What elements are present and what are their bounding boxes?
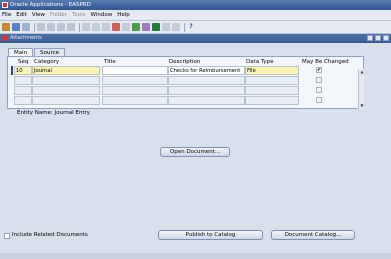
copy-icon[interactable] [122, 23, 130, 31]
description-field[interactable] [168, 76, 245, 85]
seq-field[interactable] [14, 86, 32, 95]
title-field[interactable] [102, 66, 168, 75]
attachments-grid: Seq Category Title Description Data Type… [7, 56, 364, 109]
new-record-icon[interactable] [82, 23, 90, 31]
header-may-be-changed: May Be Changed [302, 59, 349, 65]
menu-edit[interactable]: Edit [16, 12, 27, 18]
menu-file[interactable]: File [2, 12, 11, 18]
menu-tools[interactable]: Tools [72, 12, 86, 18]
menu-bar: File Edit View Folder Tools Window Help [0, 10, 391, 21]
form-title: Attachments [10, 35, 42, 41]
data-type-field[interactable] [245, 96, 299, 105]
maximize-icon[interactable] [375, 35, 381, 41]
category-field[interactable] [32, 86, 100, 95]
attachments-panel: Main Source Seq Category Title Descripti… [0, 43, 391, 259]
may-be-changed-checkbox[interactable] [316, 77, 322, 83]
attachments-icon[interactable] [162, 23, 170, 31]
close-form-icon[interactable] [47, 23, 55, 31]
header-data-type: Data Type [246, 59, 274, 65]
close-icon[interactable] [383, 35, 389, 41]
navigator-icon[interactable] [67, 23, 75, 31]
form-icon [2, 35, 8, 41]
description-field[interactable] [168, 96, 245, 105]
clear-record-icon[interactable] [92, 23, 100, 31]
form-title-bar: Attachments [0, 34, 391, 43]
switch-responsibility-icon[interactable] [22, 23, 30, 31]
window-title-bar: Oracle Applications - EASPRD [0, 0, 391, 10]
category-field[interactable] [32, 76, 100, 85]
menu-view[interactable]: View [32, 12, 45, 18]
cut-icon[interactable] [112, 23, 120, 31]
publish-to-catalog-button[interactable]: Publish to Catalog [158, 230, 263, 240]
description-field[interactable] [168, 86, 245, 95]
may-be-changed-checkbox[interactable] [316, 97, 322, 103]
tab-source[interactable]: Source [34, 48, 66, 56]
include-related-documents-checkbox[interactable] [4, 233, 10, 239]
tab-main[interactable]: Main [8, 48, 34, 56]
seq-field[interactable]: 10 [14, 66, 32, 75]
category-field[interactable]: Journal [32, 66, 100, 75]
current-record-indicator [11, 66, 13, 75]
print-icon[interactable] [37, 23, 45, 31]
title-field[interactable] [102, 76, 168, 85]
oracle-app-icon [2, 2, 8, 8]
data-type-field[interactable]: File [245, 66, 299, 75]
seq-field[interactable] [14, 96, 32, 105]
zoom-icon[interactable] [142, 23, 150, 31]
may-be-changed-checkbox[interactable] [316, 87, 322, 93]
status-bar [0, 253, 391, 259]
toolbar: ? [0, 21, 391, 34]
seq-field[interactable] [14, 76, 32, 85]
header-title: Title [104, 59, 116, 65]
window-title: Oracle Applications - EASPRD [10, 2, 91, 8]
find-icon[interactable] [57, 23, 65, 31]
paste-icon[interactable] [132, 23, 140, 31]
category-field[interactable] [32, 96, 100, 105]
translations-icon[interactable] [152, 23, 160, 31]
delete-record-icon[interactable] [102, 23, 110, 31]
title-field[interactable] [102, 86, 168, 95]
data-type-field[interactable] [245, 86, 299, 95]
header-seq: Seq [18, 59, 29, 65]
entity-name-label: Entity Name: Journal Entry [17, 110, 91, 116]
open-document-button[interactable]: Open Document... [160, 147, 230, 157]
header-description: Description [169, 59, 201, 65]
include-related-documents-label: Include Related Documents [12, 232, 88, 238]
help-icon[interactable]: ? [187, 23, 195, 31]
header-category: Category [34, 59, 60, 65]
title-field[interactable] [102, 96, 168, 105]
open-folder-icon[interactable] [2, 23, 10, 31]
grid-scrollbar[interactable]: ▲ ▼ [358, 69, 364, 109]
data-type-field[interactable] [245, 76, 299, 85]
menu-help[interactable]: Help [117, 12, 130, 18]
may-be-changed-checkbox[interactable]: ✔ [316, 67, 322, 73]
menu-window[interactable]: Window [91, 12, 113, 18]
scroll-up-icon[interactable]: ▲ [359, 69, 365, 75]
scroll-down-icon[interactable]: ▼ [359, 103, 365, 109]
minimize-icon[interactable] [367, 35, 373, 41]
folder-tools-icon[interactable] [172, 23, 180, 31]
description-field[interactable]: Checks for Reimbursement [168, 66, 245, 75]
tab-strip: Main Source [8, 48, 66, 56]
save-icon[interactable] [12, 23, 20, 31]
menu-folder[interactable]: Folder [50, 12, 67, 18]
document-catalog-button[interactable]: Document Catalog... [271, 230, 355, 240]
